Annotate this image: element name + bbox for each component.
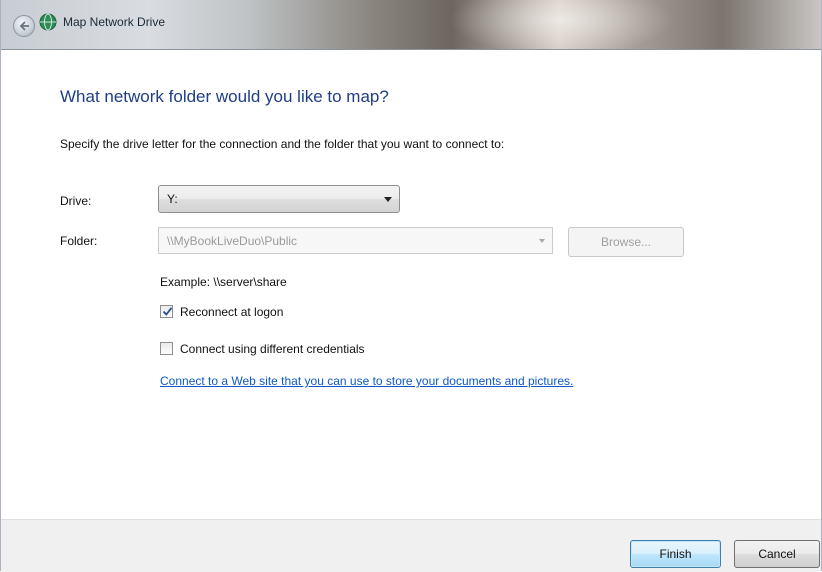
folder-input[interactable]: \\MyBookLiveDuo\Public (158, 227, 553, 254)
cancel-button[interactable]: Cancel (734, 540, 820, 568)
back-button[interactable] (13, 15, 35, 37)
reconnect-label: Reconnect at logon (180, 305, 284, 319)
drive-letter-select[interactable]: Y: (158, 185, 400, 213)
page-heading: What network folder would you like to ma… (60, 87, 389, 106)
different-credentials-checkbox[interactable] (160, 342, 173, 355)
map-network-drive-dialog: Map Network Drive What network folder wo… (0, 0, 822, 572)
folder-path-value: \\MyBookLiveDuo\Public (167, 234, 298, 248)
drive-letter-value: Y: (167, 192, 178, 206)
title-bar[interactable]: Map Network Drive (1, 0, 821, 50)
window-title: Map Network Drive (63, 15, 166, 29)
network-drive-icon (39, 13, 57, 31)
checkmark-icon (162, 307, 173, 316)
browse-button[interactable]: Browse... (568, 227, 684, 257)
button-bar: Finish Cancel (1, 519, 821, 572)
folder-label: Folder: (60, 234, 98, 248)
drive-label: Drive: (60, 194, 92, 208)
reconnect-checkbox[interactable] (160, 305, 173, 318)
finish-button-label: Finish (659, 547, 692, 561)
chevron-down-icon (384, 197, 392, 202)
web-site-link[interactable]: Connect to a Web site that you can use t… (160, 374, 573, 388)
example-text: Example: \\server\share (160, 275, 287, 289)
different-credentials-label: Connect using different credentials (180, 342, 365, 356)
back-arrow-icon (19, 21, 29, 31)
finish-button[interactable]: Finish (630, 540, 721, 568)
instruction-text: Specify the drive letter for the connect… (60, 137, 505, 151)
cancel-button-label: Cancel (758, 547, 796, 561)
chevron-down-icon[interactable] (539, 239, 545, 243)
browse-button-label: Browse... (600, 235, 651, 249)
